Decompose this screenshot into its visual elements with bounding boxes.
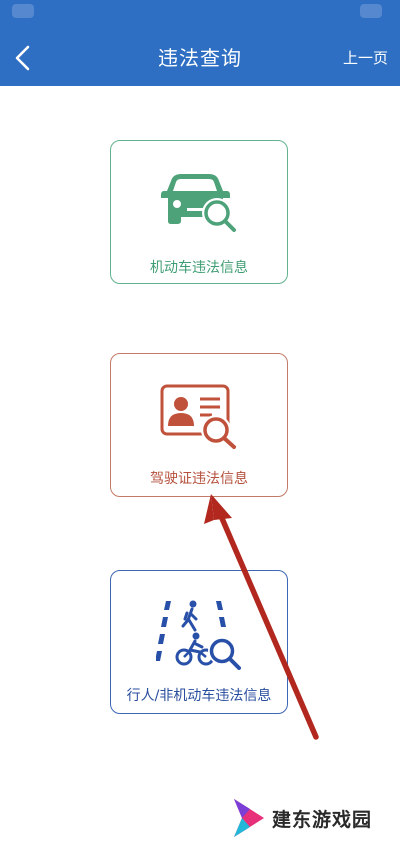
pedestrian-violation-card[interactable]: 行人/非机动车违法信息 — [110, 570, 288, 714]
vehicle-violation-card[interactable]: 机动车违法信息 — [110, 140, 288, 284]
page-title: 违法查询 — [158, 46, 242, 70]
license-search-icon — [111, 382, 287, 450]
watermark-text: 建东游戏园 — [272, 808, 373, 831]
vehicle-violation-label: 机动车违法信息 — [150, 260, 248, 276]
status-icon — [12, 4, 34, 18]
previous-page-button[interactable]: 上一页 — [343, 30, 388, 86]
top-navbar: 违法查询 上一页 — [0, 30, 400, 86]
status-bar — [0, 0, 400, 30]
play-logo-icon — [234, 799, 264, 837]
status-icon — [360, 4, 382, 18]
watermark: 建东游戏园 — [230, 796, 372, 840]
pedestrian-violation-label: 行人/非机动车违法信息 — [126, 688, 272, 704]
license-violation-card[interactable]: 驾驶证违法信息 — [110, 353, 288, 497]
license-violation-label: 驾驶证违法信息 — [150, 471, 248, 487]
car-search-icon — [111, 171, 287, 233]
pedestrian-bicycle-search-icon — [111, 597, 287, 671]
